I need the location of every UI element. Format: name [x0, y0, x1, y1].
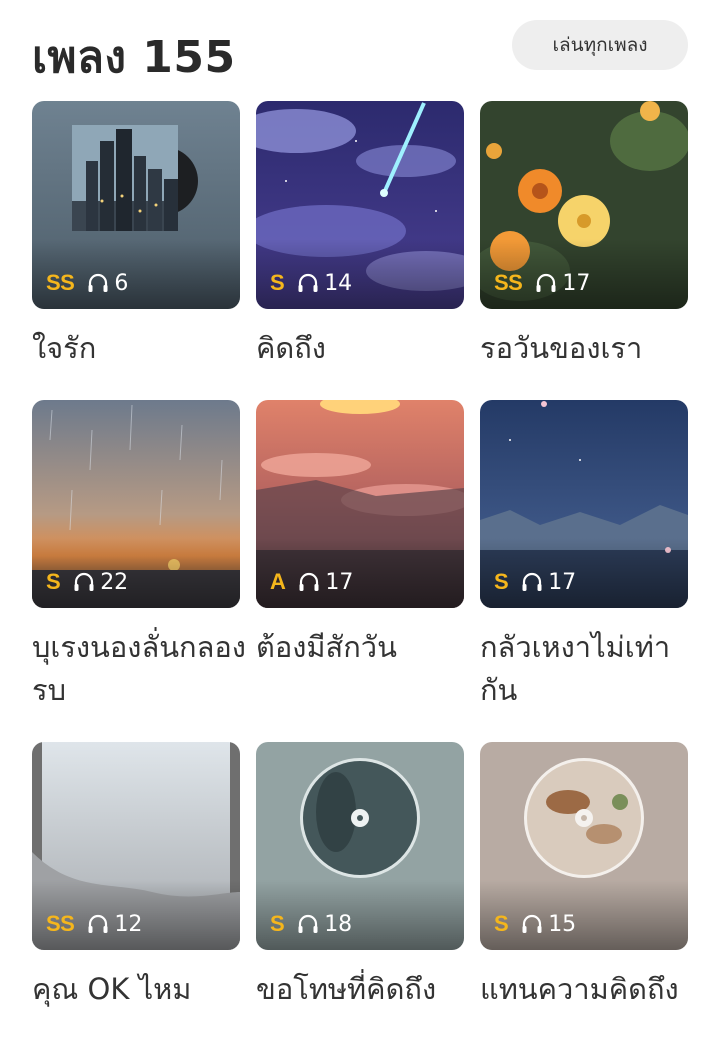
play-count: 22 [100, 569, 129, 595]
song-cover-image[interactable]: S 22 [32, 400, 240, 608]
headphones-icon [88, 914, 108, 933]
play-count: 15 [548, 911, 577, 937]
headphones-icon [74, 572, 94, 591]
song-cover-image[interactable]: A 17 [256, 400, 464, 608]
song-meta: S 14 [270, 269, 352, 297]
grade-badge: S [270, 911, 285, 936]
play-count: 17 [562, 270, 591, 296]
headphones-icon [298, 273, 318, 292]
song-cover-image[interactable]: S 15 [480, 742, 688, 950]
headphones-icon [536, 273, 556, 292]
song-title: ใจรัก [32, 331, 97, 365]
song-title: รอวันของเรา [480, 331, 643, 365]
grade-badge: S [270, 270, 285, 295]
song-cover-image[interactable]: S 14 [256, 101, 464, 309]
page-title: เพลง 155 [32, 32, 236, 83]
song-cover-image[interactable]: SS 17 [480, 101, 688, 309]
play-count: 17 [325, 569, 354, 595]
song-meta: A 17 [270, 568, 353, 596]
headphones-icon [299, 572, 319, 591]
play-count: 6 [114, 270, 129, 296]
play-count: 14 [324, 270, 353, 296]
song-meta: S 17 [494, 568, 576, 596]
headphones-icon [88, 273, 108, 292]
song-meta: S 22 [46, 568, 128, 596]
grade-badge: SS [46, 270, 75, 295]
song-cover-image[interactable]: SS 12 [32, 742, 240, 950]
play-all-button[interactable]: เล่นทุกเพลง [512, 20, 688, 70]
song-title: คุณ OK ไหม [32, 972, 192, 1006]
song-meta: S 18 [270, 910, 352, 938]
headphones-icon [522, 572, 542, 591]
grade-badge: A [270, 569, 286, 594]
play-count: 17 [548, 569, 577, 595]
song-title: กลัวเหงาไม่เท่ากัน [480, 630, 671, 707]
grade-badge: SS [46, 911, 75, 936]
song-title: ต้องมีสักวัน [256, 630, 397, 664]
header: เพลง 155 เล่นทุกเพลง [32, 20, 688, 83]
headphones-icon [298, 914, 318, 933]
song-title: ขอโทษที่คิดถึง [256, 972, 437, 1006]
song-title: คิดถึง [256, 331, 326, 365]
song-meta: S 15 [494, 910, 576, 938]
grade-badge: S [46, 569, 61, 594]
grade-badge: S [494, 911, 509, 936]
song-meta: SS 17 [494, 269, 590, 297]
song-cover-image[interactable]: S 18 [256, 742, 464, 950]
grade-badge: S [494, 569, 509, 594]
song-title: แทนความคิดถึง [480, 972, 679, 1006]
grade-badge: SS [494, 270, 523, 295]
song-meta: SS 12 [46, 910, 142, 938]
song-cover-image[interactable]: SS 6 [32, 101, 240, 309]
headphones-icon [522, 914, 542, 933]
song-cover-image[interactable]: S 17 [480, 400, 688, 608]
play-count: 18 [324, 911, 353, 937]
play-count: 12 [114, 911, 143, 937]
song-meta: SS 6 [46, 269, 128, 297]
song-title: บุเรงนองลั่นกลองรบ [32, 630, 246, 707]
